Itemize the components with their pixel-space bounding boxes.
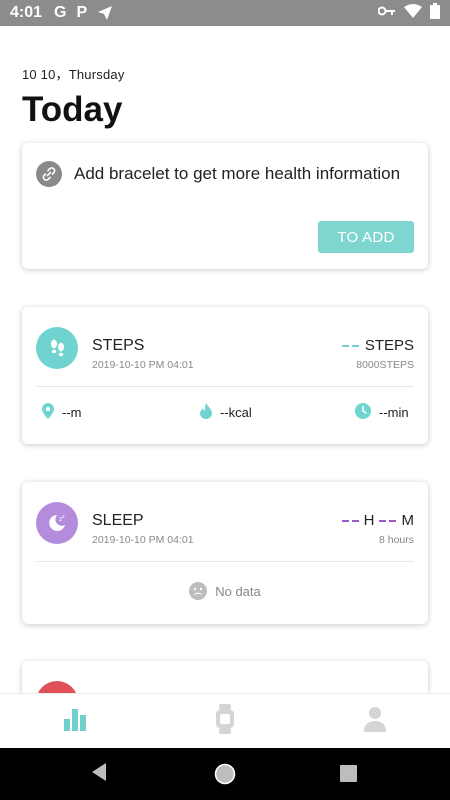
link-icon: [36, 161, 62, 187]
person-icon: [363, 706, 387, 737]
send-icon: [97, 5, 113, 21]
date-label: 10 10，Thursday: [22, 67, 125, 82]
steps-goal: 8000STEPS: [356, 359, 414, 371]
duration-stat: --min: [355, 403, 409, 422]
no-data-message: No data: [22, 582, 428, 600]
sleep-date: 2019-10-10 PM 04:01: [92, 534, 194, 546]
back-icon[interactable]: [90, 762, 108, 782]
add-bracelet-card: Add bracelet to get more health informat…: [22, 143, 428, 269]
flame-icon: [200, 403, 212, 422]
stats-tab[interactable]: [60, 706, 90, 736]
page-title: Today: [22, 90, 123, 129]
duration-value: --min: [379, 405, 409, 420]
steps-value: STEPS: [341, 337, 414, 354]
placeholder-dash: [341, 344, 349, 347]
profile-tab[interactable]: [360, 706, 390, 736]
sleep-hours-unit: H: [363, 512, 375, 529]
placeholder-dash: [341, 519, 349, 522]
system-nav-bar: [0, 748, 450, 800]
footprints-icon: [36, 327, 78, 369]
battery-icon: [430, 2, 440, 24]
steps-title: STEPS: [92, 337, 145, 354]
watch-icon: [215, 703, 235, 739]
wifi-icon: [404, 3, 422, 23]
device-tab[interactable]: [210, 703, 240, 739]
sad-face-icon: [189, 582, 208, 600]
bar-chart-icon: [62, 707, 88, 736]
p-icon: P: [76, 4, 88, 21]
calories-stat: --kcal: [200, 403, 252, 422]
divider: [36, 561, 414, 562]
distance-value: --m: [62, 405, 82, 420]
location-pin-icon: [42, 403, 54, 422]
placeholder-dash: [351, 344, 359, 347]
distance-stat: --m: [42, 403, 82, 422]
status-time: 4:01: [10, 4, 43, 21]
calories-value: --kcal: [220, 405, 252, 420]
status-bar: 4:01 G P: [0, 0, 450, 26]
divider: [36, 386, 414, 387]
vpn-key-icon: [377, 4, 396, 22]
placeholder-dash: [388, 519, 396, 522]
moon-icon: z z: [36, 502, 78, 544]
sleep-goal: 8 hours: [378, 534, 414, 546]
placeholder-dash: [378, 519, 386, 522]
add-bracelet-message: Add bracelet to get more health informat…: [74, 164, 401, 183]
clock-icon: [355, 403, 371, 422]
steps-date: 2019-10-10 PM 04:01: [92, 359, 194, 371]
sleep-title: SLEEP: [92, 512, 144, 529]
home-icon[interactable]: [214, 763, 236, 785]
placeholder-dash: [351, 519, 359, 522]
sleep-card[interactable]: z z SLEEP 2019-10-10 PM 04:01 H M 8 hour…: [22, 482, 428, 624]
recents-icon[interactable]: [340, 765, 357, 782]
sleep-value: H M: [341, 512, 415, 529]
bottom-nav: [0, 693, 450, 748]
svg-text:z: z: [62, 514, 65, 520]
g-icon: G: [54, 4, 67, 21]
steps-card[interactable]: STEPS 2019-10-10 PM 04:01 STEPS 8000STEP…: [22, 307, 428, 444]
steps-unit: STEPS: [364, 337, 414, 354]
to-add-button[interactable]: TO ADD: [318, 221, 414, 253]
sleep-minutes-unit: M: [401, 512, 415, 529]
no-data-text: No data: [215, 583, 261, 599]
